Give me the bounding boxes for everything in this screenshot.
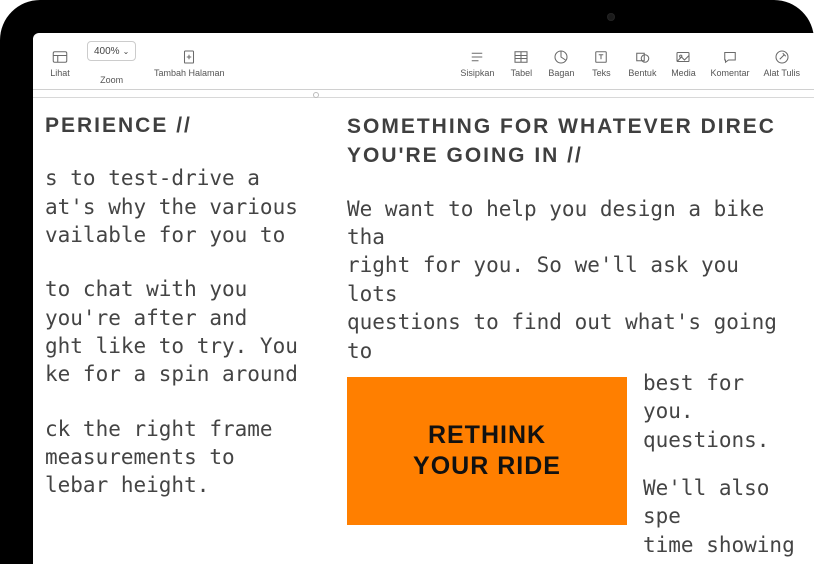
right-column: SOMETHING FOR WHATEVER DIREC YOU'RE GOIN… xyxy=(335,112,814,564)
left-heading: PERIENCE // xyxy=(45,112,323,140)
right-para-1: We want to help you design a bike tha ri… xyxy=(347,195,802,365)
insert-label: Sisipkan xyxy=(460,68,494,78)
media-label: Media xyxy=(671,68,696,78)
app-window: Lihat 400% ⌄ Zoom Tambah Halaman xyxy=(33,33,814,564)
right-heading: SOMETHING FOR WHATEVER DIREC YOU'RE GOIN… xyxy=(347,112,802,171)
zoom-label: Zoom xyxy=(100,75,123,85)
wrap-text-b: We'll also spe time showing y different … xyxy=(643,474,802,564)
text-wrap-block: RETHINK YOUR RIDE best for you. question… xyxy=(347,369,802,564)
table-label: Tabel xyxy=(511,68,533,78)
left-para-2: to chat with you you're after and ght li… xyxy=(45,275,323,388)
callout-text: RETHINK YOUR RIDE xyxy=(413,420,561,483)
pen-icon xyxy=(773,48,791,66)
insert-button[interactable]: Sisipkan xyxy=(454,46,500,80)
add-page-button[interactable]: Tambah Halaman xyxy=(144,46,234,80)
chevron-down-icon: ⌄ xyxy=(123,47,130,56)
view-button[interactable]: Lihat xyxy=(41,46,79,80)
shape-icon xyxy=(633,48,651,66)
penset-label: Alat Tulis xyxy=(763,68,800,78)
toolbar: Lihat 400% ⌄ Zoom Tambah Halaman xyxy=(33,33,814,90)
media-button[interactable]: Media xyxy=(664,46,702,80)
zoom-select[interactable]: 400% ⌄ xyxy=(87,41,136,61)
shape-label: Bentuk xyxy=(628,68,656,78)
left-para-1: s to test-drive a at's why the various v… xyxy=(45,164,323,249)
chart-button[interactable]: Bagan xyxy=(542,46,580,80)
view-label: Lihat xyxy=(50,68,70,78)
ruler xyxy=(33,90,814,98)
media-icon xyxy=(674,48,692,66)
penset-button[interactable]: Alat Tulis xyxy=(757,46,806,80)
view-icon xyxy=(51,48,69,66)
add-page-icon xyxy=(180,48,198,66)
left-column: PERIENCE // s to test-drive a at's why t… xyxy=(33,112,335,564)
document-canvas[interactable]: PERIENCE // s to test-drive a at's why t… xyxy=(33,98,814,564)
comment-button[interactable]: Komentar xyxy=(704,46,755,80)
text-icon xyxy=(592,48,610,66)
chart-label: Bagan xyxy=(548,68,574,78)
chart-icon xyxy=(552,48,570,66)
device-camera xyxy=(607,13,615,21)
text-label: Teks xyxy=(592,68,611,78)
insert-icon xyxy=(468,48,486,66)
comment-icon xyxy=(721,48,739,66)
table-icon xyxy=(512,48,530,66)
ruler-indent-marker[interactable] xyxy=(313,92,319,98)
table-button[interactable]: Tabel xyxy=(502,46,540,80)
left-para-3: ck the right frame measurements to lebar… xyxy=(45,415,323,500)
text-button[interactable]: Teks xyxy=(582,46,620,80)
zoom-value: 400% xyxy=(94,46,120,57)
comment-label: Komentar xyxy=(710,68,749,78)
shape-button[interactable]: Bentuk xyxy=(622,46,662,80)
add-page-label: Tambah Halaman xyxy=(154,68,225,78)
wrap-text-a: best for you. questions. xyxy=(643,369,802,454)
callout-box[interactable]: RETHINK YOUR RIDE xyxy=(347,377,627,525)
